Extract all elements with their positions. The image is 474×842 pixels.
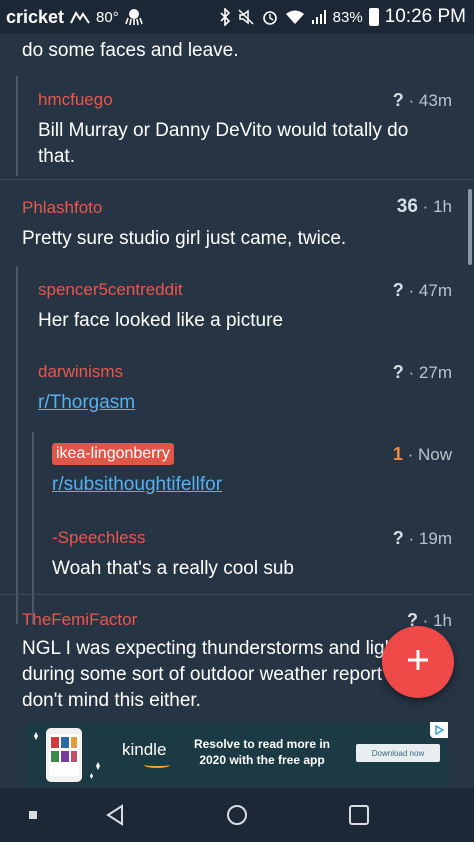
- scrollbar-thumb[interactable]: [468, 189, 472, 265]
- comment-meta: 1 · Now: [393, 444, 452, 465]
- square-nav-icon[interactable]: [18, 800, 48, 830]
- comment-score: ?: [392, 528, 404, 548]
- comment-body: do some faces and leave.: [22, 40, 239, 61]
- carrier-name: cricket: [6, 6, 65, 27]
- home-icon[interactable]: [222, 800, 252, 830]
- subreddit-link[interactable]: r/Thorgasm: [38, 390, 135, 416]
- comment-item[interactable]: darwinisms ? · 27m r/Thorgasm: [18, 348, 474, 428]
- mute-icon: [237, 8, 255, 26]
- comment-author[interactable]: Phlashfoto: [22, 198, 102, 218]
- comment-meta: ? · 47m: [393, 280, 452, 301]
- recents-icon[interactable]: [344, 800, 374, 830]
- comment-score: 36: [396, 196, 418, 217]
- comment-age: 47m: [418, 281, 452, 300]
- comment-body: Pretty sure studio girl just came, twice…: [22, 228, 347, 249]
- separator: ·: [408, 529, 415, 548]
- comment-author[interactable]: darwinisms: [38, 362, 123, 382]
- new-comment-button[interactable]: [382, 626, 454, 698]
- subreddit-link[interactable]: r/subsithoughtifellfor: [52, 472, 222, 498]
- comment-meta: ? · 27m: [393, 362, 452, 383]
- comment-meta: 36 · 1h: [397, 196, 452, 218]
- comment-score: ?: [392, 280, 404, 300]
- ad-phone-image: [34, 728, 100, 782]
- comment-score: ?: [392, 90, 404, 110]
- battery-percent: 83%: [332, 8, 363, 26]
- comment-age: Now: [417, 445, 452, 464]
- weather-icon: [70, 10, 90, 24]
- octopus-icon: [124, 8, 143, 26]
- comment-score: 1: [392, 444, 403, 464]
- comment-age: 1h: [433, 197, 452, 216]
- amazon-smile-icon: [144, 762, 170, 768]
- ad-headline: Resolve to read more in 2020 with the fr…: [193, 737, 331, 767]
- back-icon[interactable]: [100, 800, 130, 830]
- separator: ·: [408, 363, 415, 382]
- separator: ·: [422, 197, 429, 216]
- comment-feed[interactable]: do some faces and leave. hmcfuego ? · 43…: [0, 34, 474, 722]
- adchoices-icon[interactable]: [430, 722, 448, 738]
- divider: [0, 594, 474, 595]
- comment-item[interactable]: -Speechless ? · 19m Woah that's a really…: [34, 514, 474, 598]
- comment-body: Bill Murray or Danny DeVito would totall…: [38, 120, 409, 167]
- separator: ·: [408, 281, 415, 300]
- ad-brand: kindle: [122, 740, 167, 759]
- comment-meta: ? · 43m: [393, 90, 452, 111]
- battery-icon: [368, 8, 379, 26]
- comment-age: 27m: [418, 363, 452, 382]
- plus-icon: [405, 647, 431, 678]
- temperature: 80°: [96, 8, 119, 26]
- comment-item[interactable]: spencer5centreddit ? · 47m Her face look…: [18, 266, 474, 346]
- signal-icon: [311, 9, 327, 25]
- bluetooth-icon: [219, 8, 231, 26]
- separator: ·: [408, 91, 415, 110]
- comment-author[interactable]: hmcfuego: [38, 90, 113, 110]
- comment-item[interactable]: ikea-lingonberry 1 · Now r/subsithoughti…: [34, 432, 474, 514]
- comment-author[interactable]: -Speechless: [52, 528, 146, 548]
- thread-line: [16, 76, 18, 176]
- ad-banner[interactable]: kindle Resolve to read more in 2020 with…: [26, 722, 448, 786]
- comment-meta: ? · 19m: [393, 528, 452, 549]
- comment-score: ?: [392, 362, 404, 382]
- comment-item[interactable]: Phlashfoto 36 · 1h Pretty sure studio gi…: [0, 180, 474, 260]
- comment-author[interactable]: TheFemiFactor: [22, 610, 137, 630]
- wifi-icon: [285, 9, 305, 25]
- alarm-icon: [261, 8, 279, 26]
- comment-body: Woah that's a really cool sub: [52, 558, 294, 579]
- comment-body: Her face looked like a picture: [38, 310, 284, 331]
- status-bar: cricket 80° 83% 10:26 PM: [0, 0, 474, 34]
- comment-item[interactable]: hmcfuego ? · 43m Bill Murray or Danny De…: [0, 76, 474, 176]
- separator: ·: [407, 445, 414, 464]
- ad-download-button[interactable]: Download now: [356, 744, 440, 762]
- own-username-badge[interactable]: ikea-lingonberry: [52, 443, 174, 465]
- system-nav-bar: [0, 788, 474, 842]
- comment-age: 1h: [433, 611, 452, 630]
- comment-age: 43m: [418, 91, 452, 110]
- comment-author[interactable]: spencer5centreddit: [38, 280, 183, 300]
- comment-age: 19m: [418, 529, 452, 548]
- clock: 10:26 PM: [384, 6, 466, 27]
